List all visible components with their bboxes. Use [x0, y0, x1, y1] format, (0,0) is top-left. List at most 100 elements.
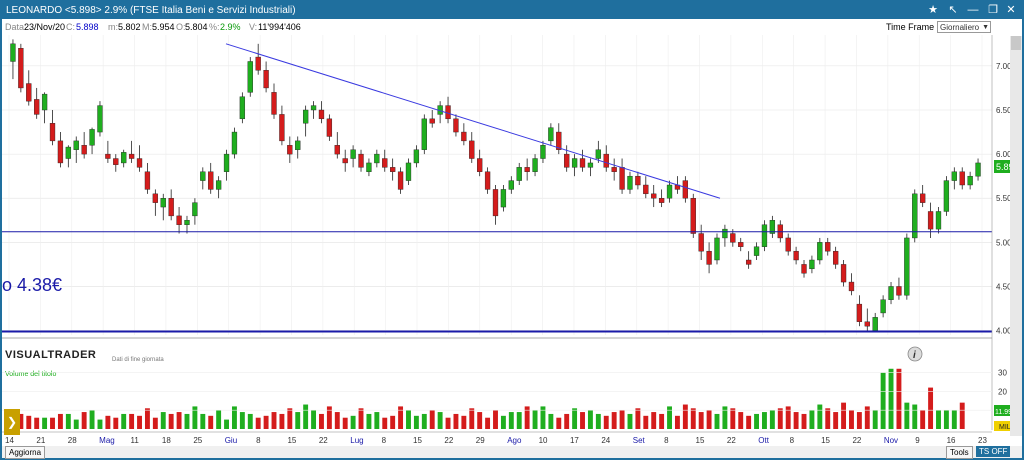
candle-body — [872, 317, 878, 331]
candle-body — [627, 175, 633, 190]
scroll-thumb[interactable] — [1011, 36, 1021, 50]
volume-bar — [152, 417, 158, 429]
volume-bar — [160, 412, 166, 429]
candle-body — [880, 299, 886, 314]
candle-body — [397, 171, 404, 190]
candle-body — [97, 105, 103, 133]
volume-bar — [540, 406, 546, 429]
restore-button[interactable]: ❐ — [984, 2, 1002, 19]
candle-body — [484, 171, 491, 190]
volume-bar — [872, 410, 878, 429]
volume-bar — [192, 406, 198, 429]
minimize-button[interactable]: — — [964, 2, 982, 19]
quote-info-bar: Data: 23/Nov/20 C: 5.898 m: 5.802 M: 5.9… — [2, 19, 1022, 35]
candle-body — [200, 171, 206, 181]
refresh-button[interactable]: Aggiorna — [5, 446, 46, 459]
volume-bar — [627, 413, 633, 429]
volume-bar — [73, 419, 79, 429]
candle-body — [548, 127, 554, 142]
volume-bar — [825, 408, 831, 429]
timeframe-select[interactable]: Giornaliero ▼ — [937, 21, 991, 33]
candle-body — [745, 259, 752, 265]
star-icon[interactable]: ★ — [924, 2, 942, 19]
candle-body — [302, 109, 309, 124]
volume-bar — [500, 415, 506, 429]
trendline[interactable] — [225, 43, 721, 199]
candle-body — [500, 189, 507, 208]
candle-body — [793, 250, 799, 261]
candle-body — [571, 158, 578, 168]
low-label: m: — [108, 22, 118, 32]
time-tick-label: 18 — [162, 436, 171, 445]
cursor-icon[interactable]: ↖ — [944, 2, 962, 19]
time-tick-label: 8 — [382, 436, 387, 445]
volume-bar — [239, 412, 245, 429]
volume-bar — [287, 408, 293, 429]
time-tick-label: 22 — [727, 436, 736, 445]
candle-body — [856, 303, 863, 322]
candle-body — [49, 123, 56, 142]
candle-body — [738, 242, 744, 247]
candle-body — [848, 281, 855, 292]
volume-bar — [516, 412, 522, 429]
status-bar: Aggiorna Tools TS OFF — [2, 446, 1022, 459]
volume-bar — [659, 413, 665, 429]
volume-series — [10, 368, 965, 429]
candle-body — [469, 140, 475, 159]
time-tick-label: Set — [633, 436, 646, 445]
volume-bar — [366, 413, 372, 429]
time-tick-label: Giu — [225, 436, 237, 445]
volume-bar — [762, 412, 767, 429]
candle-body — [57, 140, 64, 164]
volume-bar — [556, 417, 562, 429]
candle-body — [65, 146, 71, 159]
ts-off-button[interactable]: TS OFF — [976, 446, 1011, 457]
candle-body — [192, 202, 198, 217]
volume-bar — [406, 410, 411, 429]
candle-body — [429, 118, 435, 124]
candle-body — [864, 321, 870, 327]
brand-tagline: Dati di fine giornata — [112, 357, 164, 363]
volume-bar — [730, 408, 736, 429]
candle-body — [342, 158, 348, 164]
annotation-text[interactable]: o 4.38€ — [2, 275, 62, 295]
volume-bar — [667, 406, 672, 429]
candle-body — [896, 286, 902, 296]
volume-bar — [777, 408, 783, 429]
expand-panel-arrow-icon[interactable]: ❯ — [4, 409, 20, 435]
candle-body — [461, 131, 467, 142]
candle-body — [453, 118, 459, 133]
candle-body — [643, 184, 649, 195]
low-value: 5.802 — [118, 22, 141, 32]
time-axis: 14 21 28 Mag 11 18 25 Giu 8 15 22 Lug 8 15 22 29 Ago 10 17… — [5, 436, 987, 445]
volume-label: V: — [249, 22, 258, 32]
candle-body — [666, 184, 673, 199]
candle-body — [524, 167, 530, 172]
candle-body — [374, 153, 380, 164]
volume-tick-label: 20 — [998, 387, 1007, 396]
candle-body — [516, 167, 522, 181]
candle-body — [706, 250, 712, 265]
candle-body — [698, 233, 704, 252]
time-tick-label: 8 — [256, 436, 261, 445]
close-button[interactable]: ✕ — [1002, 2, 1020, 19]
candle-body — [144, 171, 151, 190]
candle-body — [26, 83, 32, 102]
candle-body — [113, 158, 119, 165]
vertical-scrollbar[interactable] — [1010, 36, 1022, 436]
volume-bar — [746, 415, 752, 429]
candle-body — [508, 180, 514, 190]
candle-body — [492, 189, 499, 217]
candle-body — [310, 105, 317, 111]
price-chart[interactable]: o 4.38€ 5.898 7.0006.5006.0005.5005.0004… — [2, 35, 1022, 446]
time-tick-label: 22 — [319, 436, 328, 445]
chevron-down-icon: ▼ — [982, 24, 989, 31]
candle-body — [89, 129, 95, 146]
volume-bar — [493, 410, 498, 429]
tools-button[interactable]: Tools — [946, 446, 973, 459]
candle-body — [477, 158, 483, 172]
volume-bar — [342, 417, 348, 429]
time-tick-label: 11 — [131, 436, 140, 445]
volume-bar — [754, 413, 760, 429]
volume-bar — [959, 402, 965, 429]
